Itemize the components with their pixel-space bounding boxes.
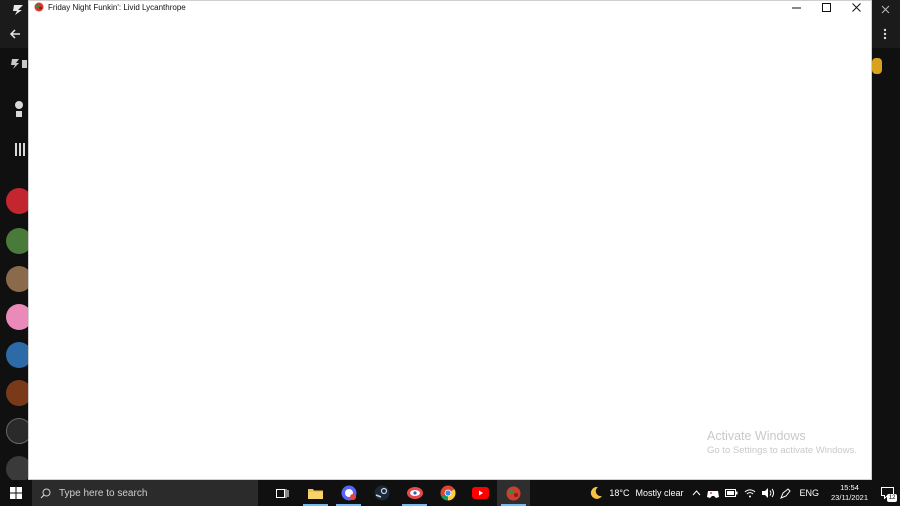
library-icon[interactable]	[14, 140, 28, 158]
notification-count-badge: 12	[887, 494, 897, 502]
folder-icon	[308, 489, 323, 499]
game-launcher-icon	[406, 487, 423, 499]
taskbar-app-launcher[interactable]	[398, 480, 431, 506]
taskbar-app-game[interactable]	[497, 480, 530, 506]
chevron-up-icon	[692, 490, 700, 496]
weather-condition: Mostly clear	[635, 488, 684, 498]
wifi-icon	[744, 489, 755, 498]
volume-icon	[761, 488, 774, 498]
notification-center-button[interactable]: 12	[874, 480, 900, 506]
minimize-button[interactable]	[781, 1, 811, 13]
taskbar-app-steam[interactable]	[365, 480, 398, 506]
activate-windows-title: Activate Windows	[707, 429, 806, 443]
window-title: Friday Night Funkin': Livid Lycanthrope	[48, 2, 186, 12]
weather-temperature: 18°C	[609, 488, 630, 498]
minimize-icon	[791, 7, 801, 8]
show-hidden-icons-button[interactable]	[689, 480, 704, 506]
start-button[interactable]	[0, 480, 32, 506]
windows-logo-icon	[10, 487, 22, 499]
more-options-icon[interactable]	[880, 27, 890, 41]
taskbar-app-youtube[interactable]	[464, 480, 497, 506]
close-icon[interactable]	[879, 3, 891, 15]
maximize-button[interactable]	[811, 1, 841, 13]
tray-game-icon[interactable]	[704, 480, 722, 506]
language-label: ENG	[799, 488, 820, 498]
launcher-logo-icon	[10, 3, 26, 17]
taskbar-app-chat[interactable]	[332, 480, 365, 506]
taskbar-app-file-explorer[interactable]	[299, 480, 332, 506]
pen-icon	[779, 487, 791, 499]
window-titlebar[interactable]: Friday Night Funkin': Livid Lycanthrope	[29, 1, 871, 13]
tray-battery-icon[interactable]	[722, 480, 741, 506]
tray-pen-icon[interactable]	[777, 480, 794, 506]
moon-icon	[591, 486, 603, 499]
steam-icon	[374, 485, 389, 501]
activate-windows-subtitle: Go to Settings to activate Windows.	[707, 445, 857, 456]
chat-app-icon	[341, 485, 356, 501]
taskbar-search-box[interactable]: Type here to search	[32, 480, 258, 506]
tray-volume-icon[interactable]	[759, 480, 777, 506]
youtube-icon	[472, 487, 489, 499]
chrome-icon	[440, 485, 455, 501]
weather-widget[interactable]: 18°C Mostly clear	[586, 480, 688, 506]
activate-windows-watermark: Activate Windows Go to Settings to activ…	[707, 428, 857, 458]
close-button[interactable]	[841, 1, 871, 13]
battery-icon	[724, 489, 737, 497]
system-tray: 18°C Mostly clear ENG 15:54 23/11/2021 1…	[586, 480, 900, 506]
game-window: Friday Night Funkin': Livid Lycanthrope	[28, 0, 872, 480]
task-view-button[interactable]	[266, 480, 299, 506]
search-icon	[40, 488, 51, 498]
user-avatar[interactable]	[872, 58, 882, 74]
close-icon	[851, 2, 861, 12]
gamepad-icon	[706, 490, 719, 498]
tray-wifi-icon[interactable]	[741, 480, 759, 506]
search-placeholder: Type here to search	[59, 487, 148, 499]
taskbar-clock[interactable]: 15:54 23/11/2021	[825, 483, 874, 503]
clock-time: 15:54	[840, 483, 859, 492]
maximize-icon	[821, 2, 831, 12]
back-arrow-icon[interactable]	[8, 27, 22, 41]
language-indicator[interactable]: ENG	[794, 480, 826, 506]
profile-icon[interactable]	[10, 98, 28, 120]
task-view-icon	[276, 488, 289, 498]
taskbar: Type here to search 18°C Mostly clear EN…	[0, 480, 900, 506]
clock-date: 23/11/2021	[831, 493, 868, 502]
launcher-brand-icon	[10, 58, 28, 70]
app-icon	[34, 2, 44, 12]
desktop-screen: Friday Night Funkin': Livid Lycanthrope …	[0, 0, 900, 506]
taskbar-app-chrome[interactable]	[431, 480, 464, 506]
fnf-game-icon	[506, 486, 521, 500]
